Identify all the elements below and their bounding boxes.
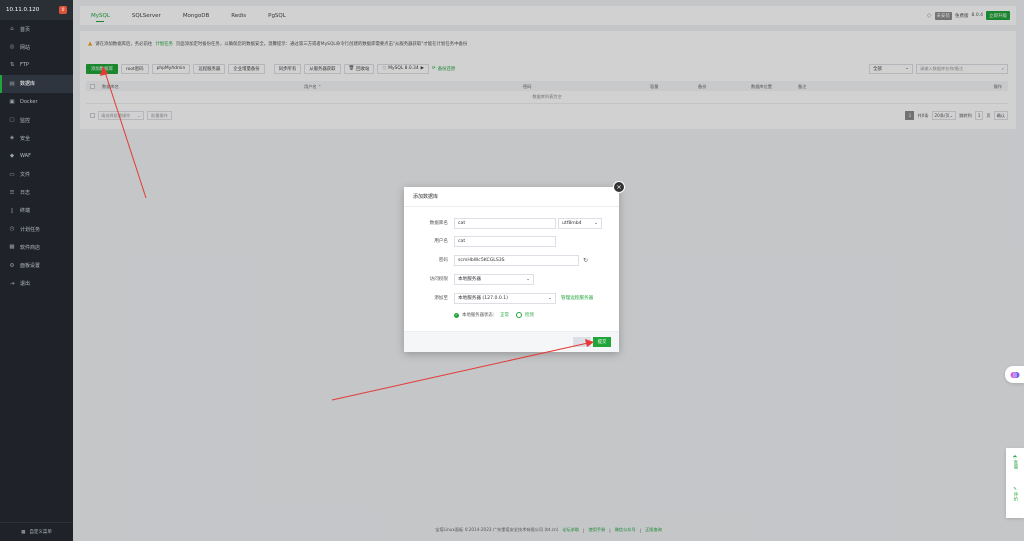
sidebar-item-label: 安全	[20, 135, 31, 142]
custom-menu-label: 自定义菜单	[29, 530, 52, 535]
service-button[interactable]: ◓ 客服	[1006, 454, 1024, 469]
database-icon: ▤	[9, 80, 15, 87]
sidebar-item-label: 退出	[20, 281, 31, 288]
ftp-icon: ⇅	[9, 62, 15, 69]
sidebar: 10.11.0.120 0 ⌂ 首页 ◎ 网站 ⇅ FTP ▤ 数据库 ▣ Docker ▢ 监控 ◈ 安…	[0, 0, 73, 541]
password-row: 密码 scmHbWc5KCGLS3S ↻	[404, 254, 588, 266]
dialog-title: 添加数据库	[404, 187, 619, 207]
charset-select[interactable]: utf8mb4 ⌄	[558, 217, 602, 229]
clock-icon: ◷	[9, 226, 15, 233]
sidebar-item-label: 终端	[20, 208, 31, 215]
password-input[interactable]: scmHbWc5KCGLS3S	[454, 254, 579, 266]
chevron-down-icon: ⌄	[594, 220, 598, 226]
sidebar-item-label: 数据库	[20, 81, 36, 88]
add-to-label: 添加至	[434, 296, 448, 301]
cancel-button[interactable]	[573, 337, 591, 347]
sidebar-item-label: 首页	[20, 26, 31, 33]
sidebar-item-5[interactable]: ▢ 监控	[0, 111, 73, 129]
notification-badge[interactable]: 0	[59, 6, 67, 14]
chevron-down-icon: ⌄	[526, 276, 530, 282]
check-circle-icon: ✓	[454, 312, 459, 318]
store-icon: ▦	[9, 244, 15, 251]
log-icon: ☰	[9, 189, 15, 196]
db-name-input[interactable]: cat	[454, 217, 556, 229]
access-row: 访问权限 本地服务器 ⌄	[404, 273, 534, 285]
sidebar-item-7[interactable]: ◆ WAF	[0, 147, 73, 165]
home-icon: ⌂	[10, 26, 14, 33]
add-to-row: 添加至 本地服务器 (127.0.0.1) ⌄ 管理远程服务器	[404, 292, 593, 304]
sidebar-item-13[interactable]: ⚙ 面板设置	[0, 256, 73, 274]
sidebar-item-10[interactable]: ▯ 终端	[0, 202, 73, 220]
username-row: 用户名 cat	[404, 235, 556, 247]
charset-value: utf8mb4	[562, 220, 582, 226]
access-value: 本地服务器	[458, 277, 481, 282]
add-database-dialog: 添加数据库 × 数据库名 cat utf8mb4 ⌄ 用户名 cat 密码 scm…	[404, 181, 625, 352]
assistant-widget[interactable]	[1005, 366, 1024, 383]
sidebar-item-label: 网站	[20, 44, 31, 51]
docker-icon: ▣	[9, 98, 15, 105]
username-label: 用户名	[434, 239, 448, 244]
sidebar-item-8[interactable]: ▭ 文件	[0, 166, 73, 184]
add-to-select[interactable]: 本地服务器 (127.0.0.1) ⌄	[454, 292, 556, 304]
sidebar-item-0[interactable]: ⌂ 首页	[0, 20, 73, 38]
waf-icon: ◆	[9, 153, 15, 160]
sidebar-item-1[interactable]: ◎ 网站	[0, 38, 73, 56]
rate-label: 评价	[1013, 492, 1018, 501]
headset-icon: ◓	[1013, 454, 1017, 459]
shield-icon: ◈	[9, 135, 15, 142]
db-name-row: 数据库名 cat utf8mb4 ⌄	[404, 217, 602, 229]
edit-icon: ✎	[1013, 486, 1017, 491]
sidebar-item-label: 日志	[20, 190, 31, 197]
sidebar-item-label: WAF	[20, 153, 31, 160]
monitor-icon: ▢	[9, 117, 15, 124]
close-icon[interactable]: ×	[613, 181, 625, 193]
sidebar-item-label: 面板设置	[20, 263, 41, 270]
server-status: ✓ 本地服务器状态： 正常 检测	[454, 312, 534, 318]
terminal-icon: ▯	[10, 207, 14, 214]
custom-menu-button[interactable]: ▦ 自定义菜单	[0, 522, 73, 541]
sidebar-item-12[interactable]: ▦ 软件商店	[0, 238, 73, 256]
sidebar-item-4[interactable]: ▣ Docker	[0, 93, 73, 111]
status-ok: 正常	[500, 313, 509, 318]
gear-icon: ⚙	[9, 262, 15, 269]
check-label[interactable]: 检测	[525, 312, 534, 318]
check-radio[interactable]	[515, 312, 522, 318]
manage-remote-link[interactable]: 管理远程服务器	[561, 295, 593, 301]
access-label: 访问权限	[429, 277, 448, 282]
sidebar-item-label: 计划任务	[20, 226, 41, 233]
password-label: 密码	[438, 258, 448, 263]
refresh-icon[interactable]: ↻	[583, 257, 588, 264]
sidebar-item-label: 文件	[20, 172, 31, 179]
logout-icon: ⇥	[9, 280, 15, 287]
username-input[interactable]: cat	[454, 235, 556, 247]
add-to-value: 本地服务器 (127.0.0.1)	[458, 296, 508, 301]
chevron-down-icon: ⌄	[548, 295, 552, 301]
folder-icon: ▭	[9, 171, 15, 178]
service-label: 客服	[1013, 460, 1018, 469]
server-ip: 10.11.0.120	[6, 7, 40, 13]
sidebar-item-2[interactable]: ⇅ FTP	[0, 56, 73, 74]
rate-button[interactable]: ✎ 评价	[1006, 486, 1024, 501]
sidebar-item-9[interactable]: ☰ 日志	[0, 184, 73, 202]
sidebar-item-3[interactable]: ▤ 数据库	[0, 74, 73, 93]
sidebar-item-label: 监控	[20, 117, 31, 124]
submit-button[interactable]: 提交	[593, 337, 611, 347]
sidebar-item-label: Docker	[20, 98, 38, 105]
sidebar-item-14[interactable]: ⇥ 退出	[0, 275, 73, 293]
sidebar-item-6[interactable]: ◈ 安全	[0, 129, 73, 147]
grid-icon: ▦	[21, 529, 26, 535]
db-name-label: 数据库名	[429, 221, 448, 226]
status-text: 本地服务器状态：	[462, 313, 498, 318]
sidebar-item-label: 软件商店	[20, 244, 41, 251]
globe-icon: ◎	[9, 44, 15, 51]
access-select[interactable]: 本地服务器 ⌄	[454, 273, 534, 285]
support-panel: ◓ 客服 ✎ 评价	[1006, 448, 1024, 518]
sidebar-header: 10.11.0.120 0	[0, 0, 73, 20]
dialog-footer: 提交	[404, 331, 619, 352]
sidebar-item-label: FTP	[20, 62, 29, 69]
sidebar-item-11[interactable]: ◷ 计划任务	[0, 220, 73, 238]
brain-icon	[1010, 371, 1019, 378]
